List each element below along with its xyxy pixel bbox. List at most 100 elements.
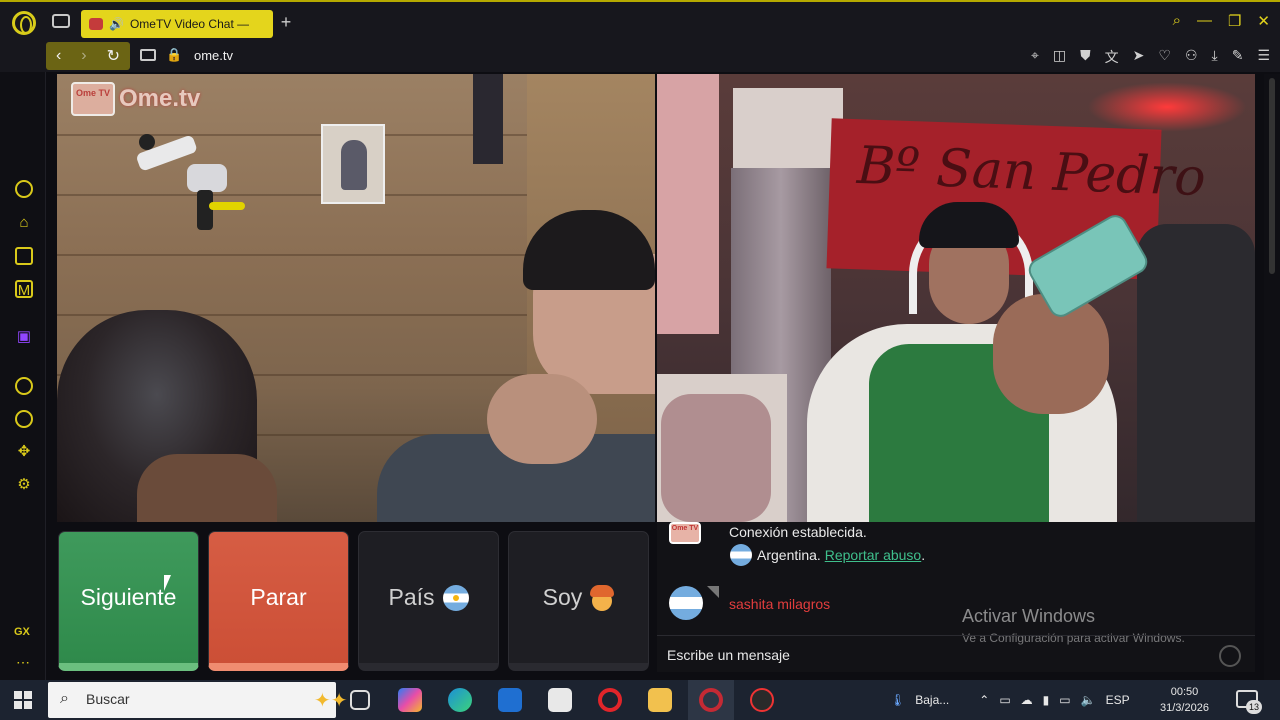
weather-text[interactable]: Baja... xyxy=(915,693,949,707)
scroll-thumb[interactable] xyxy=(1269,78,1275,274)
taskbar-search[interactable]: ⌕ ✦✦ xyxy=(48,682,348,718)
iam-button[interactable]: Soy xyxy=(508,531,649,671)
player-icon[interactable] xyxy=(15,377,33,395)
wallpaper-icon[interactable] xyxy=(15,247,33,265)
ai-icon[interactable]: ✎ xyxy=(1232,47,1244,67)
report-abuse-link[interactable]: Reportar abuso xyxy=(825,547,922,563)
tab-switcher-icon[interactable] xyxy=(52,14,70,28)
tab-title: OmeTV Video Chat — xyxy=(129,17,250,31)
window-controls: ⌕ — ❐ ✕ xyxy=(1173,12,1270,30)
camera-icon[interactable] xyxy=(140,49,156,61)
chat-input-area xyxy=(657,635,1255,672)
url-field[interactable]: ome.tv xyxy=(194,48,233,63)
windows-taskbar: ⌕ ✦✦ 🌡 Baja... ⌃ ▭ ☁ ▮ ▭ 🔈 ESP 00:50 31/… xyxy=(0,680,1280,720)
banner-text: Bº San Pedro xyxy=(856,135,1207,209)
translate-icon[interactable]: 文 xyxy=(1105,47,1119,67)
stop-button[interactable]: Parar xyxy=(208,531,349,671)
ometv-favicon-icon xyxy=(89,18,103,30)
nav-buttons: ‹ › ↻ xyxy=(46,42,130,70)
country-label: País xyxy=(388,584,435,610)
gx-corner-icon[interactable]: GX xyxy=(14,626,30,638)
chevron-up-icon[interactable]: ⌃ xyxy=(979,693,989,707)
task-view-icon[interactable] xyxy=(350,690,370,710)
notification-count: 13 xyxy=(1246,700,1262,714)
speed-dial-icon[interactable] xyxy=(15,180,33,198)
new-tab-button[interactable]: + xyxy=(276,12,296,32)
windows-start-icon[interactable] xyxy=(14,691,32,709)
send-icon[interactable]: ➤ xyxy=(1133,47,1145,67)
extensions-icon[interactable]: ✥ xyxy=(15,443,33,461)
cloud-icon[interactable]: ☁ xyxy=(1021,693,1033,707)
emoji-icon[interactable] xyxy=(1219,645,1241,667)
clock[interactable]: 00:50 31/3/2026 xyxy=(1160,684,1209,716)
search-tabs-icon[interactable]: ⌕ xyxy=(1173,12,1181,30)
argentina-flag-small-icon xyxy=(730,544,752,566)
pin-icon[interactable]: ⌖ xyxy=(1031,47,1039,67)
more-icon[interactable]: ⋯ xyxy=(16,654,30,671)
usb-icon[interactable]: ▮ xyxy=(1043,693,1050,707)
sidebar: ⌂ M ▣ ✥ ⚙ GX ⋯ xyxy=(0,72,46,680)
file-explorer-icon[interactable] xyxy=(648,688,672,712)
language-indicator[interactable]: ESP xyxy=(1106,693,1130,707)
next-label: Siguiente xyxy=(80,584,177,610)
device-icon[interactable]: ▭ xyxy=(999,693,1010,707)
app-root: 🔊 OmeTV Video Chat — + ⌕ — ❐ ✕ ‹ › ↻ 🔒 o… xyxy=(0,0,1280,720)
history-icon[interactable] xyxy=(15,410,33,428)
mouse-cursor-icon xyxy=(164,575,171,591)
forward-button[interactable]: › xyxy=(81,47,86,65)
app-icon[interactable] xyxy=(750,688,774,712)
reload-button[interactable]: ↻ xyxy=(107,46,120,66)
next-button[interactable]: Siguiente xyxy=(58,531,199,671)
address-bar-tools: ⌖ ◫ ⛊ 文 ➤ ♡ ⚇ ⤓ ✎ ☰ xyxy=(1031,47,1270,67)
menu-icon[interactable]: ☰ xyxy=(1257,47,1270,67)
local-video: Ome TV Ome.tv xyxy=(57,74,655,522)
sparkle-icon: ✦✦ xyxy=(314,690,348,712)
shield-icon[interactable]: ⛊ xyxy=(1080,47,1091,67)
stop-label: Parar xyxy=(250,584,307,610)
robot-icon[interactable]: ⌂ xyxy=(15,214,33,232)
activate-windows-title: Activar Windows xyxy=(962,606,1096,626)
system-tray: 🌡 Baja... ⌃ ▭ ☁ ▮ ▭ 🔈 ESP xyxy=(890,680,1130,720)
settings-icon[interactable]: ⚙ xyxy=(15,476,33,494)
messenger-icon[interactable]: M xyxy=(15,280,33,299)
country-button[interactable]: País xyxy=(358,531,499,671)
lock-icon[interactable]: 🔒 xyxy=(166,47,182,63)
chat-panel: Ome TV Conexión establecida. Argentina. … xyxy=(657,522,1255,672)
message-input[interactable] xyxy=(667,644,1207,666)
network-icon[interactable]: ▭ xyxy=(1059,693,1070,707)
message-pointer-icon xyxy=(707,586,719,598)
ometv-watermark: Ome TV Ome.tv xyxy=(71,82,200,116)
store-icon[interactable] xyxy=(548,688,572,712)
twitch-icon[interactable]: ▣ xyxy=(15,328,33,346)
status-message: Conexión establecida. xyxy=(729,524,867,540)
partner-name: sashita milagros xyxy=(729,596,831,612)
tab-bar: 🔊 OmeTV Video Chat — + ⌕ — ❐ ✕ xyxy=(0,0,1280,42)
gaming-chair xyxy=(1137,224,1255,522)
opera-icon[interactable] xyxy=(598,688,622,712)
snapshot-icon[interactable]: ◫ xyxy=(1053,47,1066,67)
close-button[interactable]: ✕ xyxy=(1257,12,1270,30)
thermometer-icon[interactable]: 🌡 xyxy=(890,693,905,707)
page-scrollbar[interactable] xyxy=(1264,74,1280,680)
search-icon: ⌕ xyxy=(60,690,69,707)
maximize-button[interactable]: ❐ xyxy=(1228,12,1241,30)
back-button[interactable]: ‹ xyxy=(56,47,61,65)
download-icon[interactable]: ⤓ xyxy=(1212,47,1218,67)
taskbar-search-input[interactable] xyxy=(86,691,266,707)
edge-icon[interactable] xyxy=(448,688,472,712)
tab-ometv[interactable]: 🔊 OmeTV Video Chat — xyxy=(81,10,273,38)
speaker-icon[interactable]: 🔊 xyxy=(109,17,124,31)
opera-gx-icon[interactable] xyxy=(699,688,723,712)
ometv-chat-logo-icon: Ome TV xyxy=(669,522,701,544)
volume-icon[interactable]: 🔈 xyxy=(1081,693,1096,707)
clock-date: 31/3/2026 xyxy=(1160,702,1209,714)
mail-icon[interactable] xyxy=(498,688,522,712)
wall-poster xyxy=(321,124,385,204)
country-message: Argentina. Reportar abuso. xyxy=(757,547,926,563)
heart-icon[interactable]: ♡ xyxy=(1158,47,1171,67)
account-icon[interactable]: ⚇ xyxy=(1185,47,1198,67)
opera-menu-icon[interactable] xyxy=(12,11,36,35)
argentina-flag-icon xyxy=(442,584,469,611)
minimize-button[interactable]: — xyxy=(1197,12,1212,30)
copilot-icon[interactable] xyxy=(398,688,422,712)
